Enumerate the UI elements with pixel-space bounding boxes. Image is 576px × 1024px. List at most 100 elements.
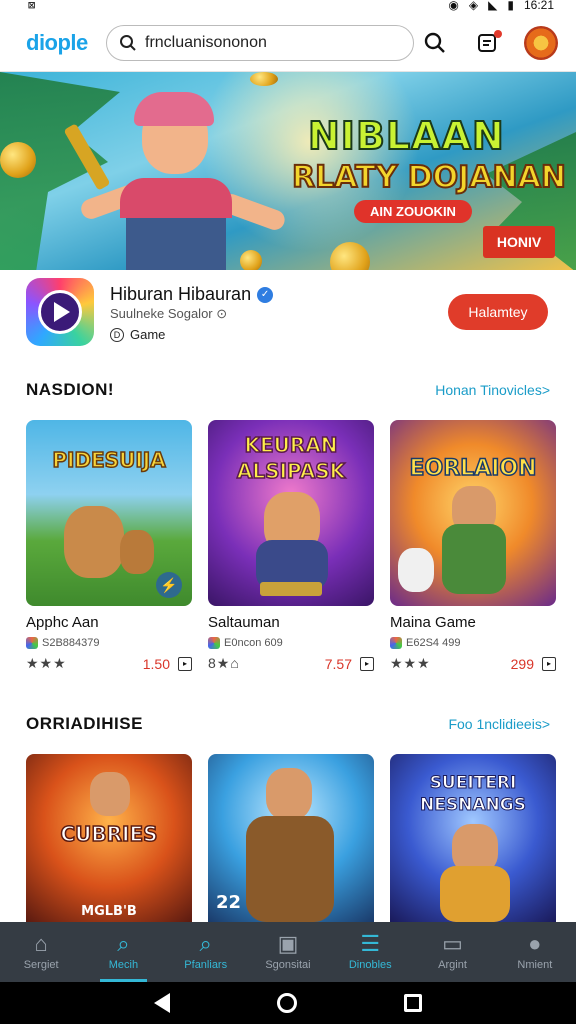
search-query: frncluanisononon [145,33,267,51]
section-header: NASDION! Honan Tinovicles> [26,380,550,400]
game-thumbnail[interactable]: EORLAION [390,420,556,606]
banner-tag: AIN ZOUOKIN [354,200,472,223]
library-icon: ☰ [360,931,381,956]
app-logo[interactable]: diople [26,30,106,56]
search-button[interactable] [420,28,450,58]
profile-icon: ● [528,931,542,956]
app-developer: Suulneke Sogalor ⊙ [110,306,228,321]
game-name: Saltauman [208,614,280,631]
system-nav-bar [0,982,576,1024]
game-thumbnail[interactable]: 22 [208,754,374,922]
nav-item-profile[interactable]: ● Nmient [494,922,576,982]
game-thumbnail[interactable]: KEURAN ALSIPASK [208,420,374,606]
rating-stars: ★★★ [390,655,431,671]
game-name: Maina Game [390,614,476,631]
game-thumbnail[interactable]: CUBRIES MGLB'B [26,754,192,922]
nav-item-library[interactable]: ☰ Dinobles [329,922,411,982]
character-art [442,524,506,594]
nav-item-explore[interactable]: ⌕ Pfanliars [165,922,247,982]
character-art [120,530,154,574]
add-icon[interactable]: ▸ [542,656,556,671]
nav-item-home[interactable]: ⌂ Sergiet [0,922,82,982]
game-price: 7.57 [324,655,352,672]
avatar[interactable] [524,25,558,60]
signal-icon: ◣ [488,0,498,12]
game-card[interactable]: 22 [208,754,374,922]
game-card[interactable]: CUBRIES MGLB'B [26,754,192,922]
notifications-button[interactable] [472,28,502,58]
category-icon: D [110,327,124,342]
banner-subtitle: RLATY DOJANAN [291,159,567,196]
verified-icon: ✓ [257,286,274,303]
hero-banner[interactable]: NIBLAAN RLATY DOJANAN AIN ZOUOKIN HONIV [0,72,576,270]
game-card[interactable]: KEURAN ALSIPASK Saltauman E0ncon 609 8★⌂… [208,420,374,672]
media-icon: ▭ [442,931,463,956]
character-art [398,548,434,592]
install-button[interactable]: Halamtey [448,294,548,330]
nav-item-store[interactable]: ▣ Sgonsitai [247,922,329,982]
battery-icon: ▮ [507,0,514,12]
character-art [90,772,130,816]
game-name: Apphc Aan [26,614,99,631]
location-icon: ◈ [468,0,479,12]
thumb-tag: MGLB'B [81,904,137,919]
section-title: ORRIADIHISE [26,714,143,733]
explore-icon: ⌕ [199,931,212,956]
search-icon [120,34,136,51]
game-card[interactable]: PIDESUIJA ⚡ Apphc Aan S2B884379 ★★★ 1.50… [26,420,192,672]
platform-icon: ⚡ [156,572,182,598]
add-icon[interactable]: ▸ [360,656,374,671]
section-link[interactable]: Foo 1nclidieeis> [448,716,550,732]
game-card[interactable]: SUEITERI NESNANGS [390,754,556,922]
add-icon[interactable]: ▸ [178,656,192,671]
nav-item-media[interactable]: ▭ Argint [411,922,493,982]
bottom-nav: ⌂ Sergiet ⌕ Mecih ⌕ Pfanliars ▣ Sgonsita… [0,922,576,982]
home-icon: ⌂ [34,931,48,956]
coin-decor [0,142,36,178]
card-row: PIDESUIJA ⚡ Apphc Aan S2B884379 ★★★ 1.50… [26,420,556,672]
notification-icon: ⊠ [28,0,36,12]
publisher-icon [390,637,402,649]
logo-plate [260,582,322,596]
section-title: NASDION! [26,380,115,399]
back-icon[interactable] [153,993,170,1013]
game-thumbnail[interactable]: PIDESUIJA ⚡ [26,420,192,606]
info-icon: ⊙ [216,306,228,321]
section-link[interactable]: Honan Tinovicles> [435,382,550,398]
character-art [440,866,510,922]
app-icon[interactable] [26,278,94,346]
featured-app[interactable]: Hiburan Hibauran ✓ Suulneke Sogalor ⊙ D … [0,270,576,356]
home-button-icon[interactable] [276,993,297,1013]
recents-icon[interactable] [404,994,423,1012]
character-art [266,768,312,820]
banner-character [63,82,288,270]
character-art [64,506,124,578]
status-icons: ◉ ◈ ◣ ▮ 16:21 [448,0,554,12]
clock-time: 16:21 [523,0,554,12]
game-price: 299 [510,655,534,672]
notification-badge [494,29,502,38]
game-card[interactable]: EORLAION Maina Game E62S4 499 ★★★ 299 ▸ [390,420,556,672]
app-category: D Game [110,327,165,342]
game-thumbnail[interactable]: SUEITERI NESNANGS [390,754,556,922]
top-app-bar: diople frncluanisononon [0,14,576,72]
status-bar: ⊠ ◉ ◈ ◣ ▮ 16:21 [0,0,576,14]
search-icon [424,32,445,53]
search-input[interactable]: frncluanisononon [106,24,414,61]
section-header: ORRIADIHISE Foo 1nclidieeis> [26,714,550,734]
card-row: CUBRIES MGLB'B 22 SUEITERI NESNANGS [26,754,556,922]
play-icon [54,302,70,322]
banner-button[interactable]: HONIV [483,226,555,258]
publisher-icon [208,637,220,649]
nav-item-search[interactable]: ⌕ Mecih [82,922,164,982]
alarm-icon: ◉ [448,0,459,12]
coin-decor [330,242,370,270]
rating-stars: ★★★ [26,655,67,671]
store-icon: ▣ [277,931,299,956]
search-icon: ⌕ [117,931,130,956]
publisher-icon [26,637,38,649]
character-art [246,816,334,922]
game-price: 1.50 [142,655,170,672]
rating-stars: 8★⌂ [208,655,240,671]
app-title: Hiburan Hibauran ✓ [110,284,274,305]
